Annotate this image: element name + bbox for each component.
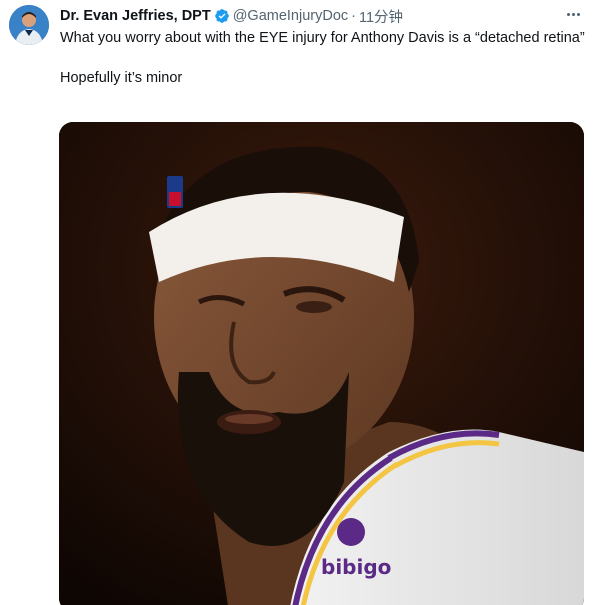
author-handle[interactable]: @GameInjuryDoc (233, 8, 348, 24)
tweet-media-image[interactable]: bibigo (59, 122, 584, 605)
verified-badge-icon (214, 8, 230, 24)
tweet-timestamp[interactable]: 11分钟 (359, 6, 403, 27)
tweet-text-line: Hopefully it’s minor (60, 70, 183, 86)
tweet: Dr. Evan Jeffries, DPT @GameInjuryDoc · … (0, 0, 598, 605)
separator-dot: · (351, 8, 356, 24)
jersey-sponsor: bibigo (321, 555, 391, 579)
more-options-icon[interactable] (562, 4, 584, 24)
tweet-header: Dr. Evan Jeffries, DPT @GameInjuryDoc · … (60, 6, 584, 26)
tweet-text: What you worry about with the EYE injury… (60, 28, 585, 88)
author-display-name[interactable]: Dr. Evan Jeffries, DPT (60, 8, 211, 24)
tweet-text-line: What you worry about with the EYE injury… (60, 30, 585, 46)
photo-anthony-davis: bibigo (59, 122, 584, 605)
avatar-image (9, 5, 49, 45)
avatar[interactable] (9, 5, 49, 45)
